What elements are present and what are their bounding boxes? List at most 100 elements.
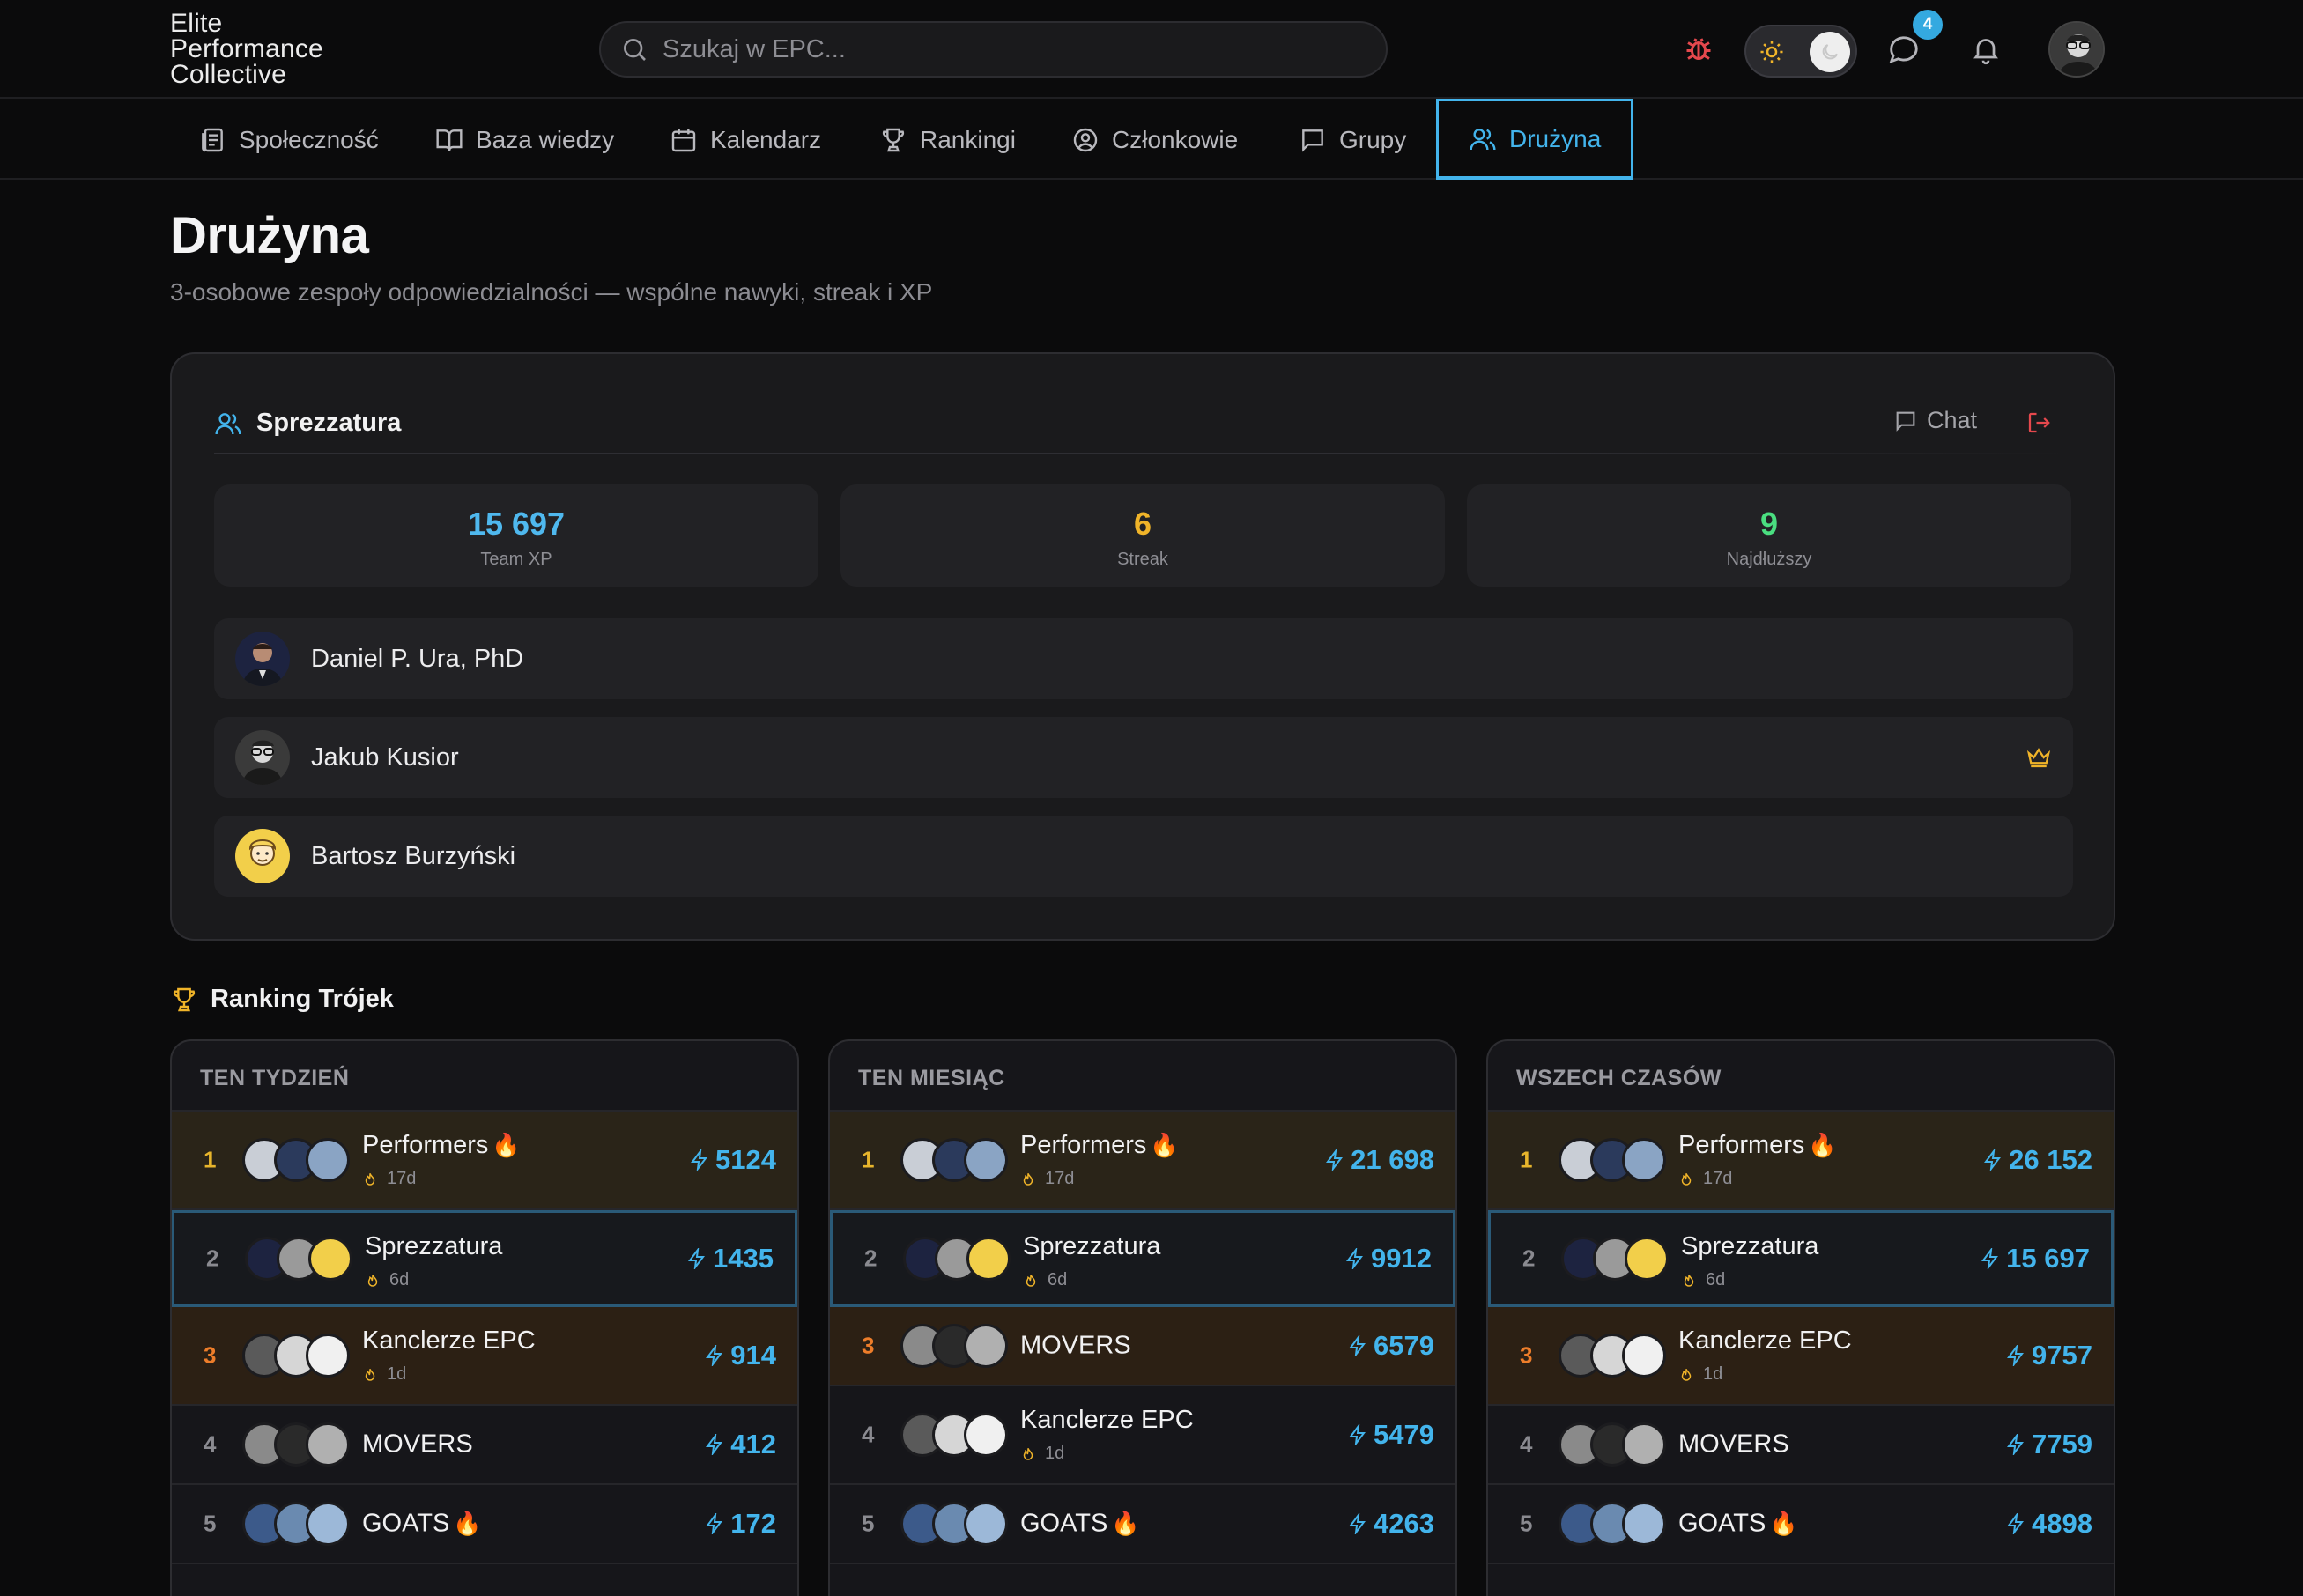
fire-icon: 🔥 [1808,1132,1837,1158]
page-subtitle: 3-osobowe zespoły odpowiedzialności — ws… [170,278,933,306]
calendar-icon [671,129,696,152]
rank-position: 5 [204,1510,217,1537]
team-avatars [900,1502,1008,1546]
ranking-row-current-team[interactable]: 2 Sprezzatura 6d 1435 [172,1210,797,1307]
ranking-title: Ranking Trójek [211,985,394,1013]
bug-report-icon[interactable] [1683,33,1714,65]
ranking-row[interactable]: 1 Performers 🔥 17d 5124 [172,1112,797,1210]
tab-label: Baza wiedzy [476,126,615,153]
ranking-row[interactable]: 3 Kanclerze EPC 1d 9757 [1488,1307,2114,1406]
leave-team-icon[interactable] [2025,410,2052,436]
tab-knowledge-base[interactable]: Baza wiedzy [435,100,614,180]
chat-label: Chat [1927,407,1978,433]
team-name: Performers 🔥 [362,1131,521,1159]
team-xp: 15 697 [1980,1243,2090,1275]
logo-line: Performance [170,34,323,63]
ranking-board-month: TEN MIESIĄC 1 Performers 🔥 17d 21 698 2 S… [828,1039,1457,1596]
ranking-row[interactable]: 5 GOATS 🔥 172 [172,1485,797,1564]
rank-position: 5 [862,1510,875,1537]
team-avatars [242,1138,350,1182]
team-member-row[interactable]: Daniel P. Ura, PhD [214,618,2073,699]
tab-label: Drużyna [1509,124,1602,152]
search-icon [624,39,646,61]
team-xp: 5124 [689,1144,776,1176]
trophy-icon [882,128,905,152]
logo-line: Collective [170,60,287,89]
lightning-icon [2007,1345,2025,1366]
message-count-badge: 4 [1913,10,1943,40]
board-title: TEN TYDZIEŃ [172,1041,797,1112]
ranking-row[interactable]: 1 Performers 🔥 17d 26 152 [1488,1112,2114,1210]
team-xp: 914 [704,1340,776,1371]
lightning-icon [1349,1424,1366,1445]
theme-toggle[interactable] [1744,25,1857,78]
chat-square-icon [1302,129,1323,152]
ranking-row[interactable]: 4 Kanclerze EPC 1d 5479 [830,1386,1455,1485]
messages-icon[interactable] [1887,33,1921,67]
team-chat-button[interactable]: Chat [1893,407,1977,434]
rank-position: 4 [1520,1430,1533,1458]
team-avatars [1559,1334,1666,1378]
tab-members[interactable]: Członkowie [1071,100,1238,180]
team-xp: 6579 [1347,1330,1434,1362]
search-bar[interactable] [599,21,1388,78]
team-xp: 4263 [1347,1508,1434,1540]
chat-square-icon [1896,411,1915,432]
tab-groups[interactable]: Grupy [1299,100,1406,180]
stat-label: Najdłuższy [1726,550,1812,569]
lightning-icon [706,1345,723,1366]
flame-icon [1681,1368,1692,1381]
flame-icon [1684,1274,1694,1287]
team-member-row[interactable]: Jakub Kusior [214,717,2073,798]
ranking-row-current-team[interactable]: 2 Sprezzatura 6d 15 697 [1488,1210,2114,1307]
ranking-row-current-team[interactable]: 2 Sprezzatura 6d 9912 [830,1210,1455,1307]
stat-label: Streak [1117,550,1168,569]
flame-icon [1023,1172,1033,1186]
avatar [1625,1237,1669,1281]
tab-calendar[interactable]: Kalendarz [670,100,821,180]
users-icon [215,412,241,434]
lightning-icon [1984,1149,2002,1171]
team-name: GOATS 🔥 [362,1509,482,1538]
logo[interactable]: Elite Performance Collective [170,11,323,89]
ranking-row[interactable]: 5 GOATS 🔥 4898 [1488,1485,2114,1564]
team-name: GOATS 🔥 [1020,1509,1140,1538]
streak-label: 17d [1020,1169,1074,1189]
main-nav: Społeczność Baza wiedzy Kalendarz Rankin… [0,99,2303,180]
team-xp: 9912 [1344,1243,1432,1275]
team-avatars [245,1237,352,1281]
flame-icon [1023,1447,1033,1460]
stat-label: Team XP [480,550,552,569]
team-avatars [1559,1502,1666,1546]
ranking-row[interactable]: 4 MOVERS 412 [172,1406,797,1485]
avatar [306,1422,350,1467]
rank-position: 2 [864,1245,878,1272]
rank-position: 3 [204,1341,217,1369]
tab-community[interactable]: Społeczność [198,100,379,180]
team-name: MOVERS [1020,1331,1131,1360]
bell-icon[interactable] [1970,33,2002,65]
team-avatars [900,1138,1008,1182]
avatar [235,632,290,686]
search-input[interactable] [663,34,1350,64]
tab-rankings[interactable]: Rankingi [879,100,1016,180]
ranking-row[interactable]: 1 Performers 🔥 17d 21 698 [830,1112,1455,1210]
ranking-row[interactable]: 3 MOVERS 6579 [830,1307,1455,1386]
divider [214,453,2073,454]
stat-value: 9 [1759,506,1779,542]
ranking-row[interactable]: 4 MOVERS 7759 [1488,1406,2114,1485]
ranking-row[interactable]: 5 GOATS 🔥 4263 [830,1485,1455,1564]
streak-label: 1d [1020,1444,1064,1464]
feed-icon [202,128,223,152]
team-name: Sprezzatura [1023,1232,1161,1260]
trophy-icon [173,987,196,1011]
team-xp: 1435 [686,1243,774,1275]
tab-team[interactable]: Drużyna [1436,99,1634,180]
team-xp: 5479 [1347,1419,1434,1451]
ranking-row[interactable]: 3 Kanclerze EPC 1d 914 [172,1307,797,1406]
user-avatar[interactable] [2048,21,2105,78]
stat-value: 15 697 [467,506,566,542]
team-member-row[interactable]: Bartosz Burzyński [214,816,2073,897]
users-icon [1470,128,1496,150]
team-xp: 21 698 [1324,1144,1434,1176]
